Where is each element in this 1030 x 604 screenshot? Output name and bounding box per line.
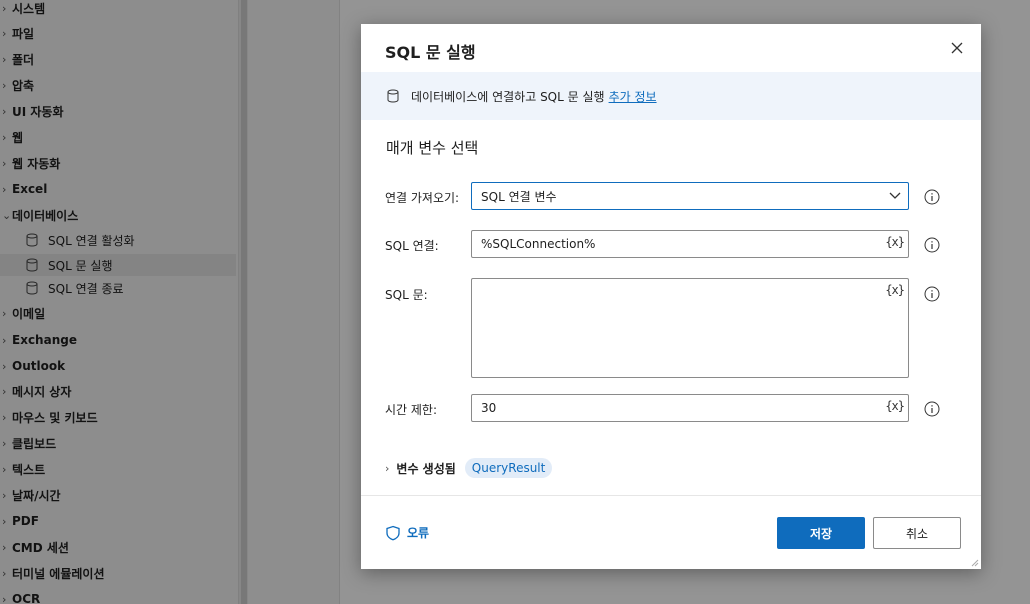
variable-picker-button[interactable]: {x} — [885, 399, 905, 413]
database-icon — [387, 89, 399, 103]
connection-source-label: 연결 가져오기: — [385, 191, 460, 205]
info-icon[interactable] — [924, 237, 940, 253]
variables-produced-label: 변수 생성됨 — [396, 461, 456, 476]
chevron-right-icon: › — [385, 461, 390, 475]
more-info-link[interactable]: 추가 정보 — [609, 88, 657, 105]
info-banner: 데이터베이스에 연결하고 SQL 문 실행 추가 정보 — [361, 72, 981, 120]
variable-picker-button[interactable]: {x} — [885, 283, 905, 297]
sql-statement-label: SQL 문: — [385, 288, 428, 302]
shield-icon — [386, 525, 400, 540]
variables-produced-toggle[interactable]: › 변수 생성됨 QueryResult — [385, 458, 553, 478]
close-icon[interactable] — [949, 40, 965, 56]
sql-connection-value: %SQLConnection% — [481, 237, 596, 251]
sql-statement-textarea[interactable]: {x} — [471, 278, 909, 378]
sql-connection-label: SQL 연결: — [385, 239, 439, 253]
section-title: 매개 변수 선택 — [386, 139, 479, 157]
chevron-down-icon — [889, 192, 901, 199]
variable-picker-button[interactable]: {x} — [885, 235, 905, 249]
variable-chip[interactable]: QueryResult — [464, 458, 553, 478]
on-error-button[interactable]: 오류 — [385, 524, 429, 541]
timeout-value: 30 — [481, 401, 497, 415]
info-icon[interactable] — [924, 286, 940, 302]
info-icon[interactable] — [924, 189, 940, 205]
sql-connection-input[interactable]: %SQLConnection% {x} — [471, 230, 909, 258]
info-icon[interactable] — [924, 401, 940, 417]
connection-source-value: SQL 연결 변수 — [481, 189, 557, 204]
dialog-title: SQL 문 실행 — [385, 43, 476, 62]
connection-source-select[interactable]: SQL 연결 변수 — [471, 182, 909, 210]
footer-divider — [361, 495, 981, 496]
save-button[interactable]: 저장 — [777, 517, 865, 549]
timeout-label: 시간 제한: — [385, 403, 438, 417]
on-error-label: 오류 — [407, 526, 430, 540]
execute-sql-dialog: SQL 문 실행 데이터베이스에 연결하고 SQL 문 실행 추가 정보 매개 … — [361, 24, 981, 569]
info-text: 데이터베이스에 연결하고 SQL 문 실행 — [411, 89, 605, 104]
timeout-input[interactable]: 30 {x} — [471, 394, 909, 422]
resize-grip-icon[interactable] — [969, 557, 979, 567]
cancel-button[interactable]: 취소 — [873, 517, 961, 549]
